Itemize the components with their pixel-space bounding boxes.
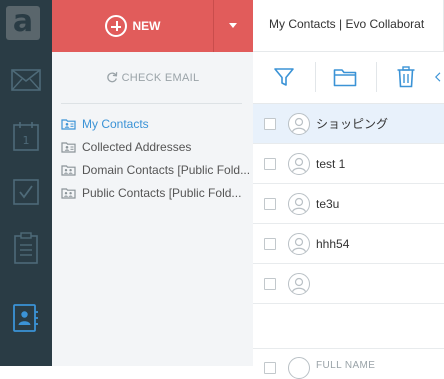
row-checkbox[interactable] [264,237,276,250]
avatar-icon [288,232,310,255]
contact-name: ショッピング [316,117,389,131]
avatar-icon [288,272,310,295]
folder-item-label: My Contacts [82,116,149,131]
folder-item-domain-contacts[interactable]: Domain Contacts [Public Fold... [61,158,251,181]
folder-item-collected-addresses[interactable]: Collected Addresses [61,135,251,158]
contact-name: te3u [316,196,340,211]
refresh-icon [106,72,117,83]
rail-notes-button[interactable] [0,220,52,276]
move-to-folder-button[interactable] [330,62,360,92]
avatar-icon [288,192,310,215]
contact-folder-icon [61,118,76,130]
contact-name: hhh54 [316,236,350,251]
check-email-button[interactable]: CHECK EMAIL [52,71,253,84]
logo-glyph: a [12,4,34,39]
notepad-icon [14,232,38,264]
toolbar-divider [315,62,316,92]
folder-item-label: Public Contacts [Public Fold... [82,185,242,200]
check-email-label: CHECK EMAIL [121,72,200,84]
trash-icon [397,66,415,88]
calendar-icon: 1 [13,122,39,151]
row-checkbox[interactable] [264,117,276,130]
contact-row[interactable]: test 1 [253,144,444,184]
list-toolbar [253,52,444,104]
contacts-book-icon [13,304,38,332]
app-logo[interactable]: a [6,4,40,40]
row-checkbox[interactable] [264,277,276,290]
caret-down-icon [229,23,237,28]
contact-row[interactable]: hhh54 [253,224,444,264]
avatar-icon [288,112,310,135]
contact-row[interactable]: te3u [253,184,444,224]
rail-tasks-button[interactable] [0,164,52,220]
arrow-left-icon [435,72,441,82]
plus-circle-icon [104,15,127,37]
calendar-day: 1 [23,134,30,147]
divider [253,348,444,349]
more-tools-button[interactable] [433,62,444,92]
envelope-icon [11,69,41,91]
folder-item-label: Collected Addresses [82,139,192,154]
folder-item-public-contacts[interactable]: Public Contacts [Public Fold... [61,181,251,204]
row-checkbox[interactable] [264,157,276,170]
avatar-icon [288,357,310,379]
contact-list: ショッピング test 1 te3u hhh54 FULL NAME [253,104,444,379]
shared-contact-folder-icon [61,187,76,199]
avatar-icon [288,152,310,175]
row-checkbox[interactable] [264,197,276,210]
contact-name: test 1 [316,156,346,171]
folder-icon [333,69,357,87]
folder-tree: My Contacts Collected Addresses Domain C… [61,112,251,204]
footer-checkbox[interactable] [264,362,276,374]
folder-item-label: Domain Contacts [Public Fold... [82,162,251,177]
tab-bar: My Contacts | Evo Collaborat [253,0,444,52]
divider [61,103,242,104]
folder-panel: CHECK EMAIL My Contacts Collected Addres… [52,52,253,366]
checkbox-icon [13,179,39,205]
new-dropdown-button[interactable] [213,0,253,52]
folder-item-my-contacts[interactable]: My Contacts [61,112,251,135]
rail-contacts-button[interactable] [0,290,52,346]
filter-icon [274,68,294,86]
filter-button[interactable] [269,62,299,92]
rail-mail-button[interactable] [0,52,52,108]
tab-my-contacts[interactable]: My Contacts | Evo Collaborat [253,0,444,51]
contact-row[interactable] [253,264,444,304]
shared-contact-folder-icon [61,164,76,176]
rail-calendar-button[interactable]: 1 [0,108,52,164]
contact-row[interactable]: ショッピング [253,104,444,144]
contact-folder-icon [61,141,76,153]
list-footer-row: FULL NAME [253,357,444,379]
app-rail: a 1 [0,0,52,366]
delete-button[interactable] [391,62,421,92]
toolbar-divider [376,62,377,92]
new-button[interactable]: NEW [52,0,213,52]
new-button-label: NEW [132,19,161,33]
